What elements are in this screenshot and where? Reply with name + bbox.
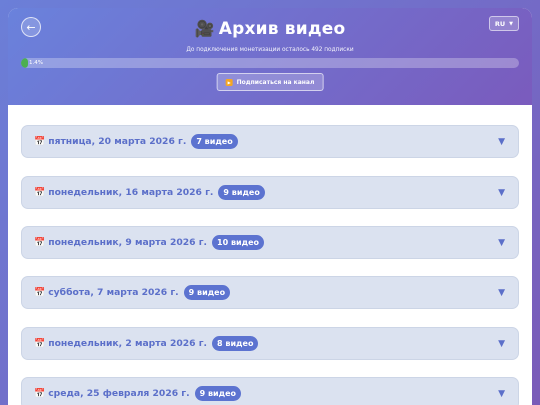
day-row[interactable]: 📅 понедельник, 2 марта 2026 г. 8 видео ▼ [21,327,519,360]
day-date: понедельник, 2 марта 2026 г. [48,338,208,349]
subscribe-button[interactable]: ▶ Подписаться на канал [216,73,324,91]
day-date: пятница, 20 марта 2026 г. [48,136,187,147]
chevron-down-icon: ▼ [498,388,505,399]
calendar-icon: 📅 [34,237,46,248]
subscribe-label: Подписаться на канал [236,78,315,86]
language-select[interactable]: RU ▼ [488,16,519,31]
day-row[interactable]: 📅 суббота, 7 марта 2026 г. 9 видео ▼ [21,276,519,309]
calendar-icon: 📅 [34,187,46,198]
video-count-badge: 7 видео [191,134,238,149]
calendar-icon: 📅 [34,287,46,298]
day-row[interactable]: 📅 среда, 25 февраля 2026 г. 9 видео ▼ [21,377,519,405]
video-count-badge: 9 видео [194,386,241,401]
day-date: среда, 25 февраля 2026 г. [48,388,190,399]
page-title: 🎥 Архив видео [8,19,532,39]
day-row[interactable]: 📅 пятница, 20 марта 2026 г. 7 видео ▼ [21,125,519,158]
chevron-down-icon: ▼ [498,237,505,248]
language-value: RU [494,19,506,28]
chevron-down-icon: ▼ [498,287,505,298]
monetization-note: До подключения монетизации осталось 492 … [186,47,354,53]
video-camera-icon: 🎥 [194,19,215,38]
archive-day-list: 📅 пятница, 20 марта 2026 г. 7 видео ▼ 📅 … [8,105,532,405]
video-count-badge: 8 видео [212,336,259,351]
chevron-down-icon: ▼ [498,187,505,198]
calendar-icon: 📅 [34,338,46,349]
page-title-text: Архив видео [218,19,346,39]
calendar-icon: 📅 [34,136,46,147]
header: ← 🎥 Архив видео RU ▼ До подключения монет… [8,8,532,105]
chevron-down-icon: ▼ [498,136,505,147]
youtube-icon: ▶ [225,78,233,86]
progress-fill [21,58,28,68]
video-count-badge: 9 видео [183,285,231,300]
day-date: понедельник, 9 марта 2026 г. [48,237,208,248]
subscription-progress-bar: 1.4% [21,58,519,68]
day-row[interactable]: 📅 понедельник, 9 марта 2026 г. 10 видео … [21,226,519,259]
chevron-down-icon: ▼ [498,338,505,349]
chevron-down-icon: ▼ [509,20,513,27]
video-count-badge: 10 видео [212,235,264,250]
progress-label: 1.4% [29,60,43,66]
app-frame: ← 🎥 Архив видео RU ▼ До подключения монет… [8,8,532,405]
day-date: понедельник, 16 марта 2026 г. [48,187,214,198]
video-count-badge: 9 видео [218,185,265,200]
calendar-icon: 📅 [34,388,46,399]
day-date: суббота, 7 марта 2026 г. [48,287,179,298]
day-row[interactable]: 📅 понедельник, 16 марта 2026 г. 9 видео … [21,176,519,209]
